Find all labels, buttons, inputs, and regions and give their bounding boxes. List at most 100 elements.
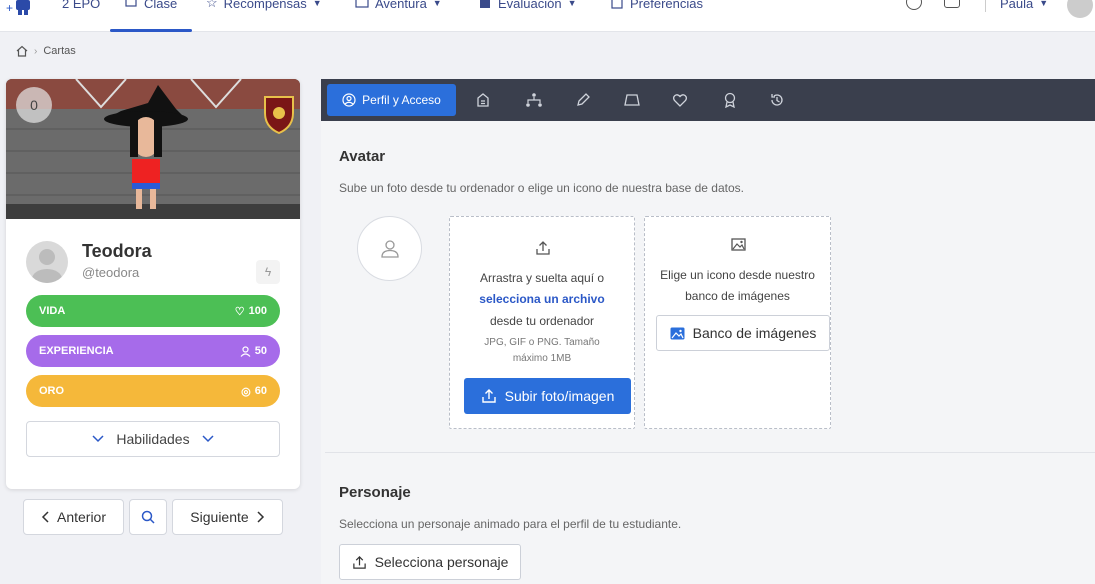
search-icon [141, 510, 155, 524]
upload-icon [352, 555, 367, 570]
avatar-section-desc: Sube un foto desde tu ordenador o elige … [339, 181, 744, 195]
top-navbar: + 2 EPO Clase ☆ Recompensas ▼ Aventura ▼… [0, 0, 1095, 32]
school-icon[interactable] [473, 90, 493, 110]
home-icon[interactable] [16, 45, 28, 57]
image-icon [731, 238, 746, 251]
experiencia-label: EXPERIENCIA [39, 345, 114, 357]
bank-text-2: banco de imágenes [685, 289, 790, 303]
skills-button[interactable]: Habilidades [26, 421, 280, 457]
vida-value: 100 [248, 305, 267, 317]
select-character-button[interactable]: Selecciona personaje [339, 544, 521, 580]
chevron-down-icon [92, 435, 104, 443]
upload-dropzone[interactable]: Arrastra y suelta aquí o selecciona un a… [449, 216, 635, 429]
nav-clase-label: Clase [144, 0, 178, 11]
chat-icon[interactable] [944, 0, 960, 8]
heart-icon[interactable] [670, 90, 690, 110]
oro-label: ORO [39, 385, 65, 397]
upload-text-1: Arrastra y suelta aquí o [479, 271, 605, 285]
search-button[interactable] [129, 499, 167, 535]
image-bank-panel: Elige un icono desde nuestro banco de im… [644, 216, 831, 429]
chevron-down-icon: ▼ [1039, 0, 1049, 8]
nav-preferencias[interactable]: Preferencias [610, 0, 703, 18]
chevron-right-icon [257, 511, 265, 523]
upload-photo-button[interactable]: Subir foto/imagen [464, 378, 631, 414]
select-character-label: Selecciona personaje [374, 554, 509, 570]
next-label: Siguiente [190, 509, 249, 525]
nav-clase[interactable]: Clase [124, 0, 177, 18]
experiencia-bar: EXPERIENCIA 50 [26, 335, 280, 367]
vida-bar: VIDA ♡ 100 [26, 295, 280, 327]
nav-preferencias-label: Preferencias [630, 0, 703, 11]
oro-value: 60 [254, 385, 267, 397]
settings-icon [610, 0, 624, 10]
next-button[interactable]: Siguiente [172, 499, 283, 535]
user-avatar[interactable] [1067, 0, 1093, 18]
cards-icon[interactable] [622, 90, 642, 110]
previous-button[interactable]: Anterior [23, 499, 124, 535]
active-tab-indicator [110, 29, 192, 32]
coins-icon: ◎ [241, 385, 251, 398]
star-icon: ☆ [206, 0, 218, 10]
lightning-icon[interactable]: ϟ [256, 260, 280, 284]
tab-perfil-acceso[interactable]: Perfil y Acceso [327, 84, 456, 116]
upload-text-3: desde tu ordenador [489, 314, 595, 328]
person-icon [240, 345, 251, 357]
previous-label: Anterior [56, 509, 107, 525]
image-bank-button[interactable]: Banco de imágenes [656, 315, 830, 351]
hierarchy-icon[interactable] [524, 90, 544, 110]
character-section-desc: Selecciona un personaje animado para el … [339, 517, 682, 531]
info-icon[interactable] [906, 0, 922, 10]
nav-evaluacion[interactable]: Evaluación ▼ [478, 0, 577, 18]
select-file-link[interactable]: selecciona un archivo [450, 292, 634, 308]
character-section-title: Personaje [339, 484, 411, 501]
pencil-icon[interactable] [573, 90, 593, 110]
student-card: 0 Teodora @teodora ϟ VIDA ♡ 100 EXPERIENC… [6, 79, 300, 489]
chevron-down-icon: ▼ [312, 0, 322, 8]
nav-recompensas[interactable]: ☆ Recompensas ▼ [206, 0, 322, 18]
nav-group[interactable]: 2 EPO [62, 0, 100, 18]
image-bank-label: Banco de imágenes [692, 325, 817, 341]
nav-aventura-label: Aventura [375, 0, 427, 11]
nav-aventura[interactable]: Aventura ▼ [355, 0, 442, 18]
chevron-left-icon [41, 511, 49, 523]
score-badge: 0 [16, 87, 52, 123]
tab-perfil-acceso-label: Perfil y Acceso [362, 93, 441, 107]
image-icon [670, 327, 685, 340]
divider [985, 0, 986, 12]
section-divider [325, 452, 1095, 453]
class-icon [124, 0, 138, 10]
nav-group-label: 2 EPO [62, 0, 101, 11]
svg-text:+: + [6, 1, 13, 15]
heart-icon: ♡ [234, 305, 245, 318]
award-icon[interactable] [720, 90, 740, 110]
history-icon[interactable] [767, 90, 787, 110]
student-handle: @teodora [82, 265, 140, 280]
avatar-section-title: Avatar [339, 148, 386, 165]
user-icon [380, 239, 399, 258]
bank-text-1: Elige un icono desde nuestro [660, 268, 815, 282]
upload-photo-label: Subir foto/imagen [504, 388, 615, 404]
avatar-preview [357, 216, 422, 281]
nav-recompensas-label: Recompensas [223, 0, 307, 11]
house-crest-icon [259, 91, 299, 135]
upload-icon [481, 388, 497, 404]
breadcrumb: › Cartas [16, 45, 76, 57]
building-icon [478, 0, 492, 10]
app-logo[interactable]: + [6, 0, 32, 18]
chevron-down-icon: ▼ [432, 0, 442, 8]
nav-evaluacion-label: Evaluación [498, 0, 562, 11]
user-menu[interactable]: Paula ▼ [1000, 0, 1048, 18]
avatar [26, 241, 68, 283]
user-name: Paula [1000, 0, 1034, 11]
chevron-down-icon [202, 435, 214, 443]
user-circle-icon [342, 93, 356, 107]
student-profile: Teodora @teodora ϟ [26, 239, 280, 289]
profile-toolbar: Perfil y Acceso [321, 79, 1095, 121]
breadcrumb-current: Cartas [43, 45, 76, 57]
map-icon [355, 0, 369, 10]
experiencia-value: 50 [254, 345, 267, 357]
character-banner: 0 [6, 79, 300, 219]
chevron-down-icon: ▼ [567, 0, 577, 8]
skills-label: Habilidades [116, 431, 190, 447]
upload-hint-2: máximo 1MB [512, 353, 572, 364]
